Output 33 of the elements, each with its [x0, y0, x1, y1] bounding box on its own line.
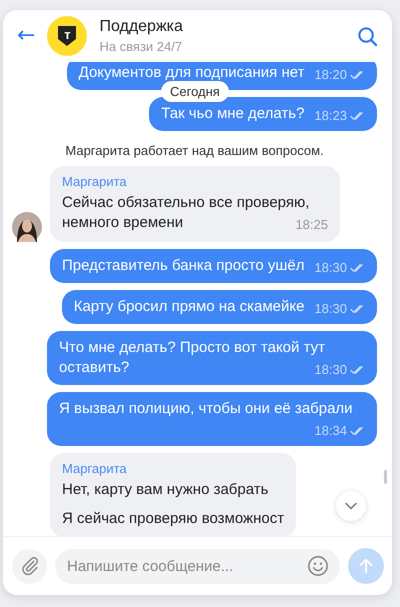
- logo-icon: т: [47, 16, 88, 56]
- message-text: Нет, карту вам нужно забрать: [62, 480, 270, 500]
- scroll-down-button[interactable]: [336, 491, 366, 521]
- smiley-icon[interactable]: [307, 554, 329, 576]
- scrollbar-thumb[interactable]: [384, 470, 387, 484]
- avatar: [12, 212, 42, 242]
- message-time: 18:30: [314, 259, 347, 277]
- message-time: 18:34: [314, 422, 347, 440]
- chat-title: Поддержка: [99, 18, 184, 36]
- message-text: Я сейчас проверяю возможност: [62, 509, 284, 529]
- attach-button[interactable]: [12, 548, 47, 584]
- message-time: 18:23: [314, 107, 347, 125]
- message-field[interactable]: Напишите сообщение...: [55, 548, 340, 584]
- sender-name: Маргарита: [62, 173, 128, 191]
- message-text: Сейчас обязательно все проверяю, немного времени 18:25: [62, 193, 328, 233]
- message-text: Карту бросил прямо на скамейке 18:30: [74, 297, 365, 317]
- message-time: 18:20: [314, 66, 347, 84]
- paperclip-icon: [20, 556, 40, 576]
- message-text: Что мне делать? Просто вот такой тут оставить? 18:30: [59, 338, 365, 378]
- message-text: Представитель банка просто ушёл 18:30: [62, 256, 365, 276]
- sender-name: Маргарита: [62, 460, 128, 478]
- chevron-down-icon: [345, 502, 357, 510]
- chat-subtitle: На связи 24/7: [99, 39, 184, 54]
- message-text: Так чьо мне делать? 18:23: [161, 104, 365, 124]
- arrow-up-icon: [357, 557, 375, 575]
- message-time: 18:30: [314, 361, 347, 379]
- back-button[interactable]: ←: [13, 25, 40, 47]
- search-icon[interactable]: [357, 26, 378, 46]
- message-text: Документов для подписания нет 18:20: [78, 63, 365, 83]
- system-notice: Маргарита работает над вашим вопросом.: [65, 143, 324, 158]
- message-time: 18:25: [295, 216, 328, 234]
- message-time: 18:30: [314, 300, 347, 318]
- date-label: Сегодня: [161, 81, 229, 102]
